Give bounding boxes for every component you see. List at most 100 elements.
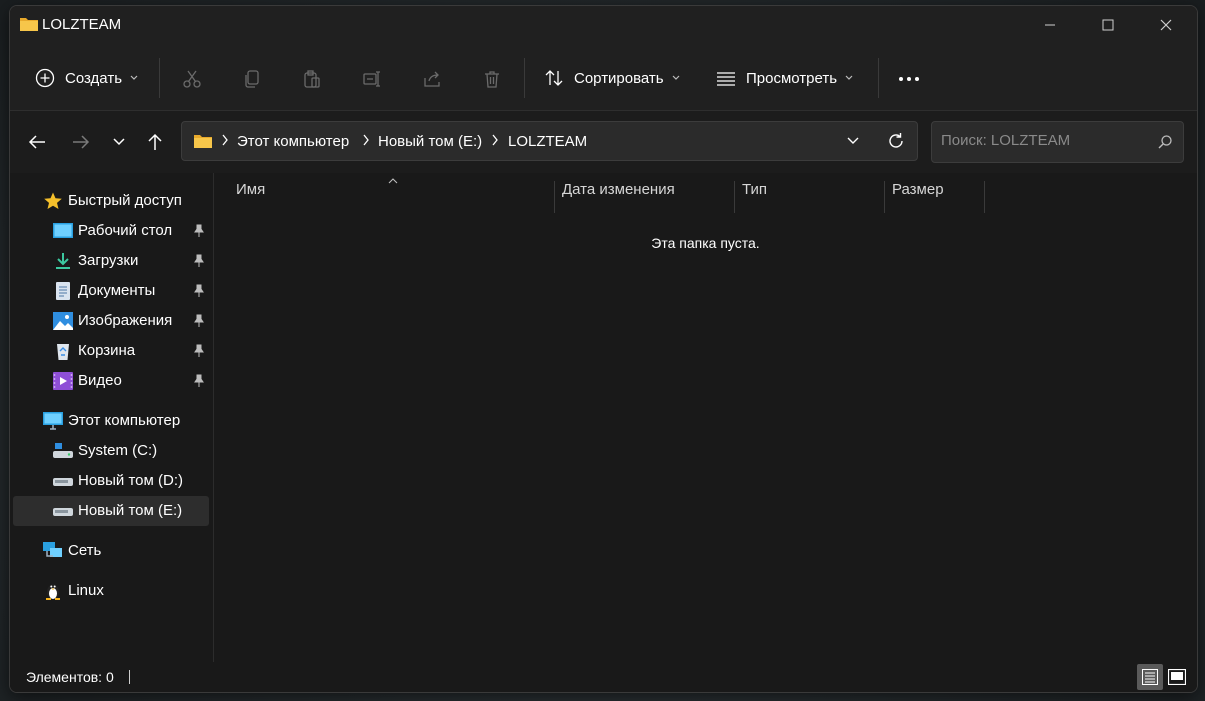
arrow-up-icon (148, 133, 162, 150)
minimize-button[interactable] (1021, 6, 1079, 44)
sort-label: Сортировать (574, 69, 664, 87)
column-divider[interactable] (984, 181, 985, 213)
sidebar-item-label: Видео (78, 372, 122, 389)
arrow-left-icon (28, 135, 45, 149)
view-button[interactable]: Просмотреть (716, 64, 853, 92)
sidebar-item-downloads[interactable]: Загрузки (13, 246, 209, 276)
title-bar: LOLZTEAM (10, 6, 1197, 46)
navigation-bar: Этот компьютер Новый том (E:) LOLZTEAM (10, 111, 1197, 173)
toolbar-divider (524, 58, 525, 98)
recent-locations-button[interactable] (104, 127, 134, 157)
cut-button[interactable] (177, 64, 207, 94)
create-button[interactable]: Создать (35, 64, 138, 92)
share-icon (424, 71, 440, 87)
address-bar[interactable]: Этот компьютер Новый том (E:) LOLZTEAM (181, 121, 918, 161)
sidebar-item-desktop[interactable]: Рабочий стол (13, 216, 209, 246)
view-label: Просмотреть (746, 69, 838, 87)
pin-icon (194, 344, 204, 357)
delete-icon (485, 71, 499, 88)
navigation-pane: Быстрый доступ Рабочий стол Загрузки Док… (10, 173, 214, 662)
view-list-icon (717, 72, 735, 86)
sidebar-item-label: Новый том (E:) (78, 502, 183, 519)
search-input[interactable] (941, 132, 1141, 149)
back-button[interactable] (22, 127, 52, 157)
window-title: LOLZTEAM (42, 16, 122, 33)
rename-button[interactable] (357, 64, 387, 94)
sidebar-item-this-pc[interactable]: Этот компьютер (13, 406, 209, 436)
system-drive-icon (53, 443, 73, 458)
sidebar-item-drive-d[interactable]: Новый том (D:) (13, 466, 209, 496)
sidebar-item-quick-access[interactable]: Быстрый доступ (13, 186, 209, 216)
close-button[interactable] (1137, 6, 1195, 44)
star-icon (44, 192, 62, 209)
paste-button[interactable] (297, 64, 327, 94)
chevron-down-icon (130, 75, 138, 80)
command-bar: Создать Сортировать Просмотреть (10, 46, 1197, 111)
large-icons-view-button[interactable] (1164, 664, 1190, 690)
details-view-button[interactable] (1137, 664, 1163, 690)
copy-icon (245, 70, 259, 88)
sidebar-item-label: Новый том (D:) (78, 472, 183, 489)
maximize-button[interactable] (1079, 6, 1137, 44)
pin-icon (194, 374, 204, 387)
sidebar-item-label: Документы (78, 282, 156, 299)
details-view-icon (1142, 669, 1158, 685)
search-box[interactable] (931, 121, 1184, 163)
sidebar-item-recycle-bin[interactable]: Корзина (13, 336, 209, 366)
breadcrumb-drive[interactable]: Новый том (E:) (378, 133, 482, 150)
pin-icon (194, 254, 204, 267)
column-header-name[interactable]: Имя (236, 181, 265, 198)
file-list: Имя Дата изменения Тип Размер Эта папка … (214, 173, 1197, 662)
column-header-date-modified[interactable]: Дата изменения (562, 181, 675, 198)
sidebar-item-linux[interactable]: Linux (13, 576, 209, 606)
column-divider[interactable] (734, 181, 735, 213)
sidebar-item-label: Рабочий стол (78, 222, 173, 239)
sidebar-item-drive-c[interactable]: System (C:) (13, 436, 209, 466)
sidebar-item-label: Этот компьютер (68, 412, 181, 429)
status-divider (129, 670, 130, 684)
rename-icon (363, 71, 380, 87)
sidebar-item-label: Изображения (78, 312, 173, 329)
breadcrumb-separator-icon (222, 134, 228, 146)
breadcrumb-this-pc[interactable]: Этот компьютер (237, 133, 349, 150)
sidebar-item-videos[interactable]: Видео (13, 366, 209, 396)
linux-penguin-icon (46, 584, 60, 600)
arrow-right-icon (73, 135, 90, 149)
sidebar-item-label: Сеть (68, 542, 102, 559)
column-header-type[interactable]: Тип (742, 181, 767, 198)
sidebar-item-documents[interactable]: Документы (13, 276, 209, 306)
minimize-icon (1045, 24, 1055, 26)
sort-ascending-icon (388, 178, 398, 184)
paste-icon (304, 70, 320, 88)
up-button[interactable] (140, 127, 170, 157)
item-count: Элементов: 0 (26, 669, 114, 685)
share-button[interactable] (417, 64, 447, 94)
chevron-down-icon (113, 138, 125, 146)
refresh-icon[interactable] (887, 132, 905, 150)
column-divider[interactable] (554, 181, 555, 213)
delete-button[interactable] (477, 64, 507, 94)
desktop-icon (53, 223, 73, 238)
sort-button[interactable]: Сортировать (544, 64, 680, 92)
create-label: Создать (65, 69, 123, 87)
pictures-icon (53, 312, 73, 330)
computer-icon (43, 412, 63, 430)
chevron-down-icon (672, 75, 680, 80)
chevron-down-icon[interactable] (847, 137, 859, 145)
breadcrumb-folder[interactable]: LOLZTEAM (508, 133, 587, 150)
pin-icon (194, 284, 204, 297)
downloads-icon (56, 253, 70, 269)
status-bar: Элементов: 0 (10, 662, 1197, 692)
column-divider[interactable] (884, 181, 885, 213)
sidebar-item-network[interactable]: Сеть (13, 536, 209, 566)
recycle-bin-icon (57, 344, 69, 360)
column-header-size[interactable]: Размер (892, 181, 944, 198)
sidebar-item-label: Быстрый доступ (68, 192, 182, 209)
copy-button[interactable] (237, 64, 267, 94)
breadcrumb-separator-icon (363, 134, 369, 146)
sidebar-item-drive-e[interactable]: Новый том (E:) (13, 496, 209, 526)
sidebar-item-pictures[interactable]: Изображения (13, 306, 209, 336)
sidebar-item-label: Linux (68, 582, 104, 599)
forward-button[interactable] (66, 127, 96, 157)
more-options-button[interactable] (894, 64, 924, 94)
